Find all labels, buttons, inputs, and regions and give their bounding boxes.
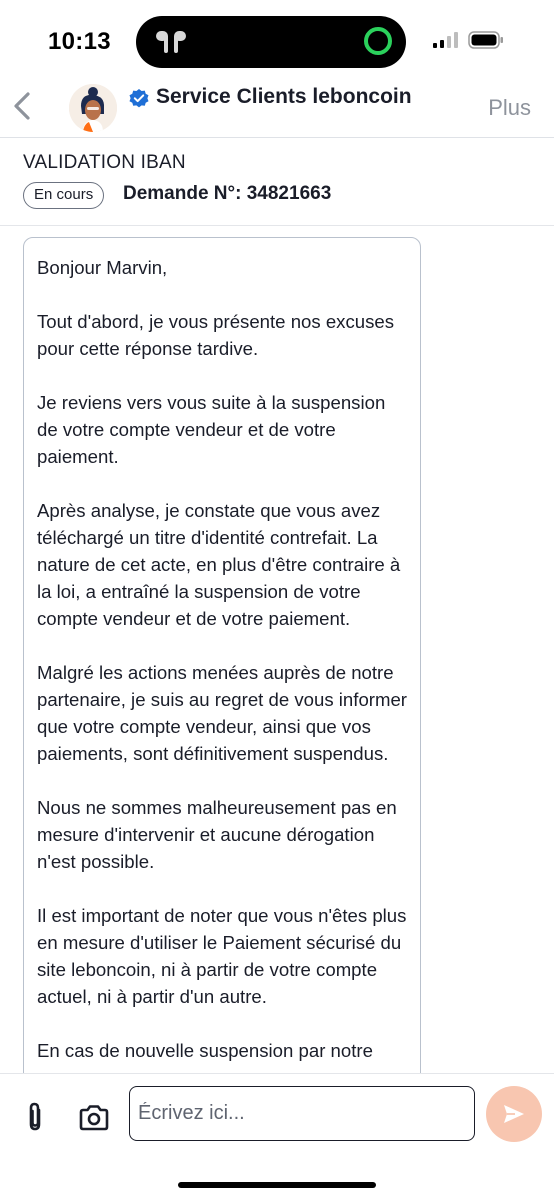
avatar[interactable] xyxy=(69,84,117,132)
airpods-icon xyxy=(156,31,186,53)
message-paragraph: Tout d'abord, je vous présente nos excus… xyxy=(37,311,395,359)
status-badge: En cours xyxy=(23,182,105,209)
paperclip-icon[interactable] xyxy=(22,1101,48,1133)
status-bar: 10:13 xyxy=(0,0,554,80)
message-paragraph: Bonjour Marvin, xyxy=(37,257,168,278)
send-icon xyxy=(504,1105,524,1123)
signal-icon xyxy=(433,32,458,48)
home-indicator xyxy=(178,1182,376,1188)
dynamic-island xyxy=(136,16,406,68)
verified-badge-icon xyxy=(129,89,149,108)
conversation-title[interactable]: Service Clients leboncoin xyxy=(156,85,412,109)
message-bubble: Bonjour Marvin, Tout d'abord, je vous pr… xyxy=(23,237,421,1073)
chevron-left-icon[interactable] xyxy=(8,88,38,124)
agent-illustration-icon xyxy=(69,84,117,132)
message-paragraph: Après analyse, je constate que vous avez… xyxy=(37,500,401,629)
status-time: 10:13 xyxy=(48,28,111,55)
more-button[interactable]: Plus xyxy=(488,95,531,121)
message-paragraph: En cas de nouvelle suspension par notre xyxy=(37,1040,373,1061)
message-paragraph: Nous ne sommes malheureusement pas en me… xyxy=(37,797,397,872)
camera-icon[interactable] xyxy=(78,1104,110,1132)
request-number: Demande N°: 34821663 xyxy=(123,183,332,204)
conversation-header: Service Clients leboncoin Plus xyxy=(0,80,554,138)
message-thread[interactable]: Bonjour Marvin, Tout d'abord, je vous pr… xyxy=(0,226,554,1073)
activity-ring-icon xyxy=(364,27,392,55)
message-paragraph: Je reviens vers vous suite à la suspensi… xyxy=(37,392,386,467)
message-paragraph: Il est important de noter que vous n'ête… xyxy=(37,905,407,1007)
message-composer xyxy=(0,1073,554,1200)
send-button[interactable] xyxy=(486,1086,542,1142)
ticket-title: VALIDATION IBAN xyxy=(23,152,186,173)
battery-icon xyxy=(468,31,503,49)
message-input[interactable] xyxy=(129,1086,475,1141)
message-paragraph: Malgré les actions menées auprès de notr… xyxy=(37,662,407,764)
